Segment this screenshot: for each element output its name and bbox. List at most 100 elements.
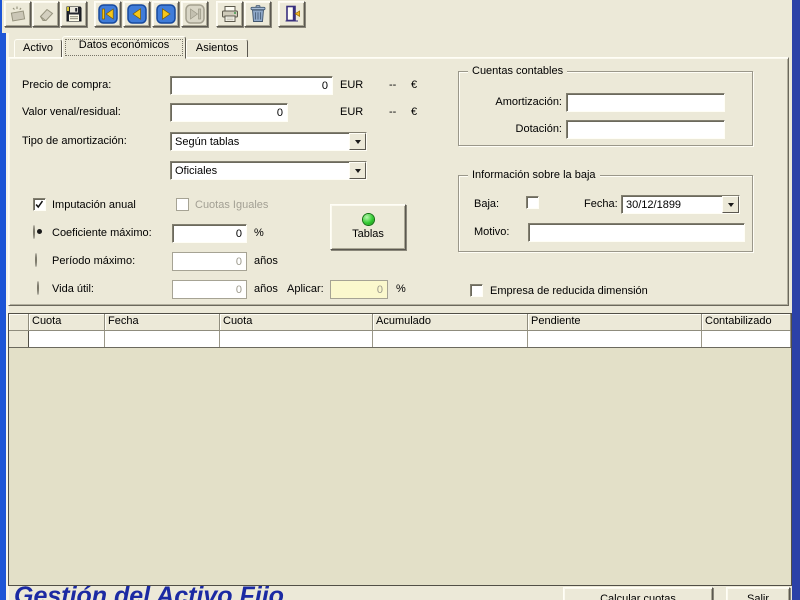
grid-cell-cuota2[interactable] xyxy=(220,331,373,347)
calcular-cuotas-button[interactable]: Calcular cuotas xyxy=(563,587,713,600)
save-button[interactable] xyxy=(60,1,87,27)
grid-cell-contabilizado[interactable] xyxy=(702,331,791,347)
tipo-amortizacion-value: Según tablas xyxy=(175,135,240,148)
empresa-reducida-label: Empresa de reducida dimensión xyxy=(490,285,648,297)
coeficiente-maximo-label: Coeficiente máximo: xyxy=(52,227,152,239)
motivo-input[interactable] xyxy=(528,223,745,242)
tablas-button[interactable]: Tablas xyxy=(330,204,406,250)
grid-empty-area xyxy=(9,348,791,585)
periodo-maximo-radio[interactable] xyxy=(35,253,37,267)
valor-currency-label: EUR xyxy=(340,106,364,118)
dotacion-input[interactable] xyxy=(566,120,725,139)
tipo-amortizacion-label: Tipo de amortización: xyxy=(22,135,127,147)
salir-button[interactable]: Salir xyxy=(726,587,790,600)
next-record-button[interactable] xyxy=(152,1,179,27)
informacion-baja-title: Información sobre la baja xyxy=(468,169,600,181)
grid-cell-cuota[interactable] xyxy=(29,331,105,347)
exit-button[interactable] xyxy=(278,1,305,27)
new-button[interactable] xyxy=(4,1,31,27)
valor-venal-label: Valor venal/residual: xyxy=(22,106,121,118)
precio-conversion-dashes: -- xyxy=(389,79,397,91)
periodo-anos-label: años xyxy=(254,255,278,267)
precio-compra-label: Precio de compra: xyxy=(22,79,112,91)
delete-button[interactable] xyxy=(244,1,271,27)
chevron-down-icon[interactable] xyxy=(722,196,739,213)
tablas-oficiales-combo[interactable]: Oficiales xyxy=(170,161,367,180)
grid-header-acumulado: Acumulado xyxy=(373,314,528,331)
tipo-amortizacion-combo[interactable]: Según tablas xyxy=(170,132,367,151)
cuotas-grid: Cuota Fecha Cuota Acumulado Pendiente Co… xyxy=(8,313,792,586)
tab-datos-economicos[interactable]: Datos económicos xyxy=(62,36,186,59)
grid-header-pendiente: Pendiente xyxy=(528,314,702,331)
calcular-cuotas-label: Calcular cuotas xyxy=(600,593,676,600)
window-right-border xyxy=(792,0,800,600)
check-icon xyxy=(35,200,44,209)
eraser-icon xyxy=(39,8,53,21)
precio-compra-input[interactable] xyxy=(170,76,333,95)
motivo-label: Motivo: xyxy=(474,226,510,238)
page-title: Gestión del Activo Fijo xyxy=(14,582,284,600)
tab-focus-outline xyxy=(65,39,183,56)
grid-header-fecha: Fecha xyxy=(105,314,220,331)
coeficiente-maximo-input[interactable] xyxy=(172,224,247,243)
previous-record-button[interactable] xyxy=(123,1,150,27)
cuotas-iguales-label: Cuotas Iguales xyxy=(195,199,269,211)
vida-anos-label: años xyxy=(254,283,278,295)
valor-conversion-dashes: -- xyxy=(389,106,397,118)
first-record-button[interactable] xyxy=(94,1,121,27)
coeficiente-maximo-radio[interactable] xyxy=(33,225,35,239)
fecha-label: Fecha: xyxy=(584,198,618,210)
cuentas-contables-title: Cuentas contables xyxy=(468,65,568,77)
valor-euro-symbol: € xyxy=(411,106,418,118)
baja-label: Baja: xyxy=(474,198,500,210)
amortizacion-input[interactable] xyxy=(566,93,725,112)
periodo-maximo-label: Período máximo: xyxy=(52,255,136,267)
imputacion-anual-checkbox[interactable] xyxy=(33,198,46,211)
grid-header-cuota2: Cuota xyxy=(220,314,373,331)
grid-row[interactable] xyxy=(9,331,791,348)
salir-label: Salir xyxy=(746,593,769,600)
chevron-down-icon[interactable] xyxy=(349,133,366,150)
last-record-button[interactable] xyxy=(181,1,208,27)
aplicar-percent-label: % xyxy=(396,283,406,295)
green-led-icon xyxy=(362,214,374,225)
grid-header-cuota: Cuota xyxy=(29,314,105,331)
grid-cell-acumulado[interactable] xyxy=(373,331,528,347)
eraser-button[interactable] xyxy=(32,1,59,27)
tablas-button-label: Tablas xyxy=(352,228,384,240)
precio-currency-label: EUR xyxy=(340,79,364,91)
first-record-icon xyxy=(97,4,118,24)
grid-header-indicator xyxy=(9,314,29,331)
baja-checkbox[interactable] xyxy=(526,196,539,209)
dotacion-label: Dotación: xyxy=(515,123,562,135)
new-icon xyxy=(10,6,25,22)
fecha-baja-combo[interactable]: 30/12/1899 xyxy=(621,195,740,214)
valor-venal-input[interactable] xyxy=(170,103,288,122)
last-record-icon xyxy=(184,4,205,24)
application-window: Activo Datos económicos Asientos Precio … xyxy=(0,0,800,600)
tab-activo[interactable]: Activo xyxy=(14,39,62,58)
grid-header-row: Cuota Fecha Cuota Acumulado Pendiente Co… xyxy=(9,314,791,331)
chevron-down-icon[interactable] xyxy=(349,162,366,179)
vida-util-input xyxy=(172,280,247,299)
cuotas-iguales-checkbox xyxy=(176,198,189,211)
grid-cell-fecha[interactable] xyxy=(105,331,220,347)
aplicar-input xyxy=(330,280,388,299)
print-button[interactable] xyxy=(216,1,243,27)
empresa-reducida-checkbox[interactable] xyxy=(470,284,483,297)
coeficiente-percent-label: % xyxy=(254,227,264,239)
tab-activo-label: Activo xyxy=(23,42,53,54)
fecha-baja-value: 30/12/1899 xyxy=(626,198,682,211)
tablas-oficiales-value: Oficiales xyxy=(175,164,218,177)
precio-euro-symbol: € xyxy=(411,79,418,91)
imputacion-anual-label: Imputación anual xyxy=(52,199,136,211)
periodo-maximo-input xyxy=(172,252,247,271)
aplicar-label: Aplicar: xyxy=(287,283,324,295)
tab-asientos[interactable]: Asientos xyxy=(186,39,248,58)
delete-icon xyxy=(250,5,265,22)
amortizacion-label: Amortización: xyxy=(495,96,562,108)
vida-util-radio[interactable] xyxy=(37,281,39,295)
tab-asientos-label: Asientos xyxy=(195,42,239,54)
save-icon xyxy=(66,6,81,22)
grid-cell-pendiente[interactable] xyxy=(528,331,702,347)
